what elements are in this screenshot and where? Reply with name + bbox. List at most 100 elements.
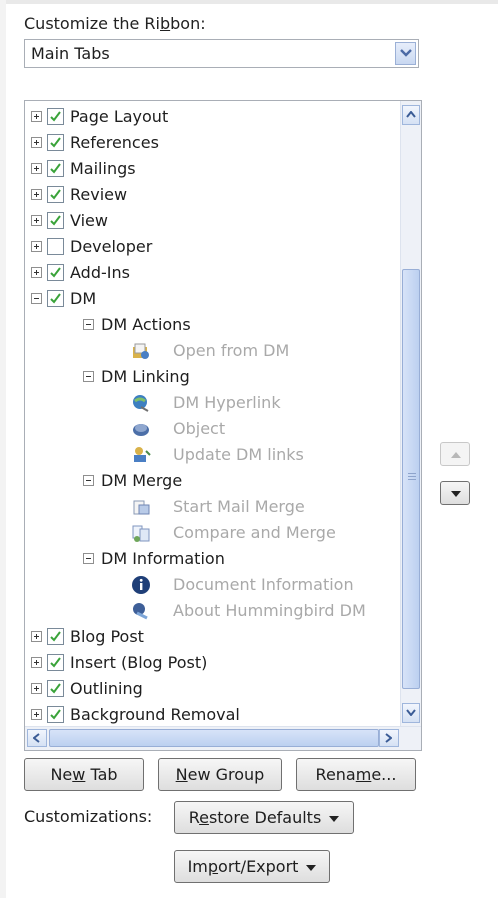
group-label: DM Linking <box>101 367 190 386</box>
checkmark-icon <box>50 111 61 122</box>
checkmark-icon <box>50 215 61 226</box>
expand-icon[interactable] <box>31 163 42 174</box>
customize-ribbon-heading: Customize the Ribbon: <box>24 14 206 33</box>
chevron-left-icon <box>33 733 40 743</box>
tree-item-label: Insert (Blog Post) <box>70 653 208 672</box>
dropdown-arrow-button[interactable] <box>395 42 416 65</box>
checkmark-icon <box>50 293 61 304</box>
expand-icon[interactable] <box>31 657 42 668</box>
command-label: Open from DM <box>173 341 290 360</box>
open-folder-icon <box>133 343 149 359</box>
import-export-button[interactable]: Import/Export <box>174 850 330 883</box>
chevron-down-icon <box>406 709 416 716</box>
tree-item-label: Developer <box>70 237 153 256</box>
tree-item-label: Page Layout <box>70 107 169 126</box>
checkmark-icon <box>50 709 61 720</box>
horizontal-scroll-thumb[interactable] <box>49 729 379 747</box>
expand-icon[interactable] <box>31 631 42 642</box>
expand-icon[interactable] <box>31 189 42 200</box>
new-group-button[interactable]: New Group <box>158 758 282 791</box>
object-icon <box>133 424 149 436</box>
mail-merge-icon <box>133 500 150 515</box>
tree-item-label: References <box>70 133 159 152</box>
triangle-down-icon <box>451 491 461 497</box>
checkmark-icon <box>50 267 61 278</box>
command-label: Compare and Merge <box>173 523 336 542</box>
tree-item-label: Mailings <box>70 159 136 178</box>
move-up-button[interactable] <box>440 442 470 466</box>
collapse-icon[interactable] <box>31 293 42 304</box>
horizontal-scrollbar[interactable] <box>25 726 421 750</box>
collapse-icon[interactable] <box>83 553 94 564</box>
group-label: DM Actions <box>101 315 191 334</box>
command-label: Update DM links <box>173 445 304 464</box>
checkmark-icon <box>50 137 61 148</box>
globe-link-icon <box>133 395 149 412</box>
combobox-value: Main Tabs <box>31 44 110 63</box>
tree-item-label: View <box>70 211 108 230</box>
chevron-up-icon <box>406 111 416 118</box>
group-label: DM Merge <box>101 471 183 490</box>
command-label: DM Hyperlink <box>173 393 281 412</box>
checkbox-mailings[interactable] <box>47 160 64 177</box>
checkbox-developer[interactable] <box>47 238 64 255</box>
checkbox-outlining[interactable] <box>47 680 64 697</box>
checkmark-icon <box>50 683 61 694</box>
tree-item-label: Review <box>70 185 128 204</box>
vertical-scroll-thumb[interactable] <box>402 269 420 689</box>
collapse-icon[interactable] <box>83 319 94 330</box>
tree-item-label: Blog Post <box>70 627 144 646</box>
checkbox-background-removal[interactable] <box>47 706 64 723</box>
ribbon-tabs-tree[interactable]: Page Layout References Mailings Review V… <box>24 100 422 751</box>
scroll-up-button[interactable] <box>402 105 420 125</box>
command-label: About Hummingbird DM <box>173 601 366 620</box>
tree-item-label: DM <box>70 289 97 308</box>
tree-item-label: Background Removal <box>70 705 240 724</box>
new-tab-button[interactable]: New Tab <box>24 758 144 791</box>
checkmark-icon <box>50 163 61 174</box>
scroll-down-button[interactable] <box>402 703 420 723</box>
command-label: Object <box>173 419 226 438</box>
expand-icon[interactable] <box>31 215 42 226</box>
checkbox-references[interactable] <box>47 134 64 151</box>
expand-icon[interactable] <box>31 137 42 148</box>
checkbox-review[interactable] <box>47 186 64 203</box>
checkbox-add-ins[interactable] <box>47 264 64 281</box>
checkmark-icon <box>50 189 61 200</box>
tree-item-label: Add-Ins <box>70 263 130 282</box>
info-icon <box>132 576 150 594</box>
command-label: Start Mail Merge <box>173 497 305 516</box>
checkbox-insert-blog-post[interactable] <box>47 654 64 671</box>
scroll-right-button[interactable] <box>379 729 399 747</box>
customizations-label: Customizations: <box>24 807 153 826</box>
expand-icon[interactable] <box>31 241 42 252</box>
command-label: Document Information <box>173 575 354 594</box>
dropdown-caret-icon <box>329 815 340 822</box>
move-down-button[interactable] <box>440 481 470 505</box>
expand-icon[interactable] <box>31 683 42 694</box>
dropdown-caret-icon <box>306 864 317 871</box>
main-tabs-combobox[interactable]: Main Tabs <box>24 39 419 68</box>
tree-item-label: Outlining <box>70 679 143 698</box>
about-icon <box>133 603 148 620</box>
expand-icon[interactable] <box>31 111 42 122</box>
expand-icon[interactable] <box>31 267 42 278</box>
rename-button[interactable]: Rename... <box>296 758 416 791</box>
chevron-down-icon <box>400 49 412 57</box>
checkbox-dm[interactable] <box>47 290 64 307</box>
collapse-icon[interactable] <box>83 475 94 486</box>
checkbox-page-layout[interactable] <box>47 108 64 125</box>
update-links-icon <box>134 447 151 462</box>
vertical-scrollbar[interactable] <box>400 101 421 726</box>
group-label: DM Information <box>101 549 225 568</box>
checkmark-icon <box>50 631 61 642</box>
restore-defaults-button[interactable]: Restore Defaults <box>174 801 354 834</box>
triangle-up-icon <box>451 452 461 458</box>
chevron-right-icon <box>385 733 392 743</box>
collapse-icon[interactable] <box>83 371 94 382</box>
expand-icon[interactable] <box>31 709 42 720</box>
checkbox-view[interactable] <box>47 212 64 229</box>
checkbox-blog-post[interactable] <box>47 628 64 645</box>
scroll-left-button[interactable] <box>27 729 47 747</box>
compare-merge-icon <box>132 525 150 542</box>
